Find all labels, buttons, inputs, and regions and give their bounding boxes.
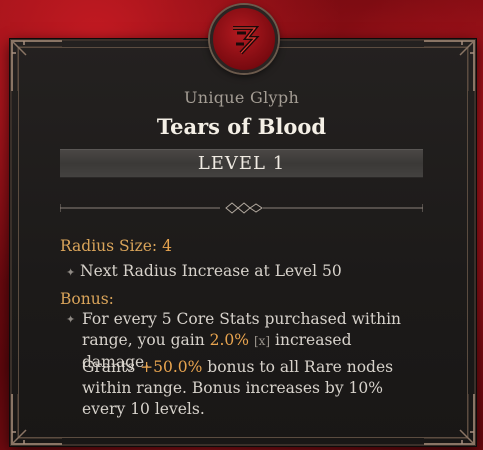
corner-ornament-icon [10, 39, 64, 93]
blood-rune-icon [210, 5, 278, 73]
radius-size-row: Radius Size: 4 [60, 237, 172, 255]
corner-ornament-icon [422, 39, 476, 93]
radius-size-label: Radius Size: [60, 237, 158, 255]
bonus-line2-text-a: Grants [82, 358, 141, 376]
next-radius-row: ✦ Next Radius Increase at Level 50 [66, 262, 342, 280]
bullet-diamond-icon: ✦ [66, 266, 76, 279]
glyph-type-label: Unique Glyph [183, 88, 300, 107]
bullet-diamond-icon: ✦ [66, 313, 76, 326]
level-bar: LEVEL 1 [60, 149, 423, 178]
glyph-name: Tears of Blood [156, 114, 327, 139]
ornamental-divider [60, 201, 423, 215]
level-label: LEVEL 1 [197, 153, 286, 174]
bonus-line2-value: +50.0% [140, 358, 203, 376]
bonus-label: Bonus: [60, 290, 114, 308]
bonus-line1-value: 2.0% [209, 331, 250, 349]
corner-ornament-icon [10, 392, 64, 446]
radius-size-value: 4 [162, 237, 172, 255]
next-radius-text: Next Radius Increase at Level 50 [80, 262, 342, 280]
corner-ornament-icon [422, 392, 476, 446]
multiplicative-tag: [x] [253, 334, 271, 348]
bonus-line-rare-nodes: Grants +50.0% bonus to all Rare nodes wi… [82, 357, 422, 420]
